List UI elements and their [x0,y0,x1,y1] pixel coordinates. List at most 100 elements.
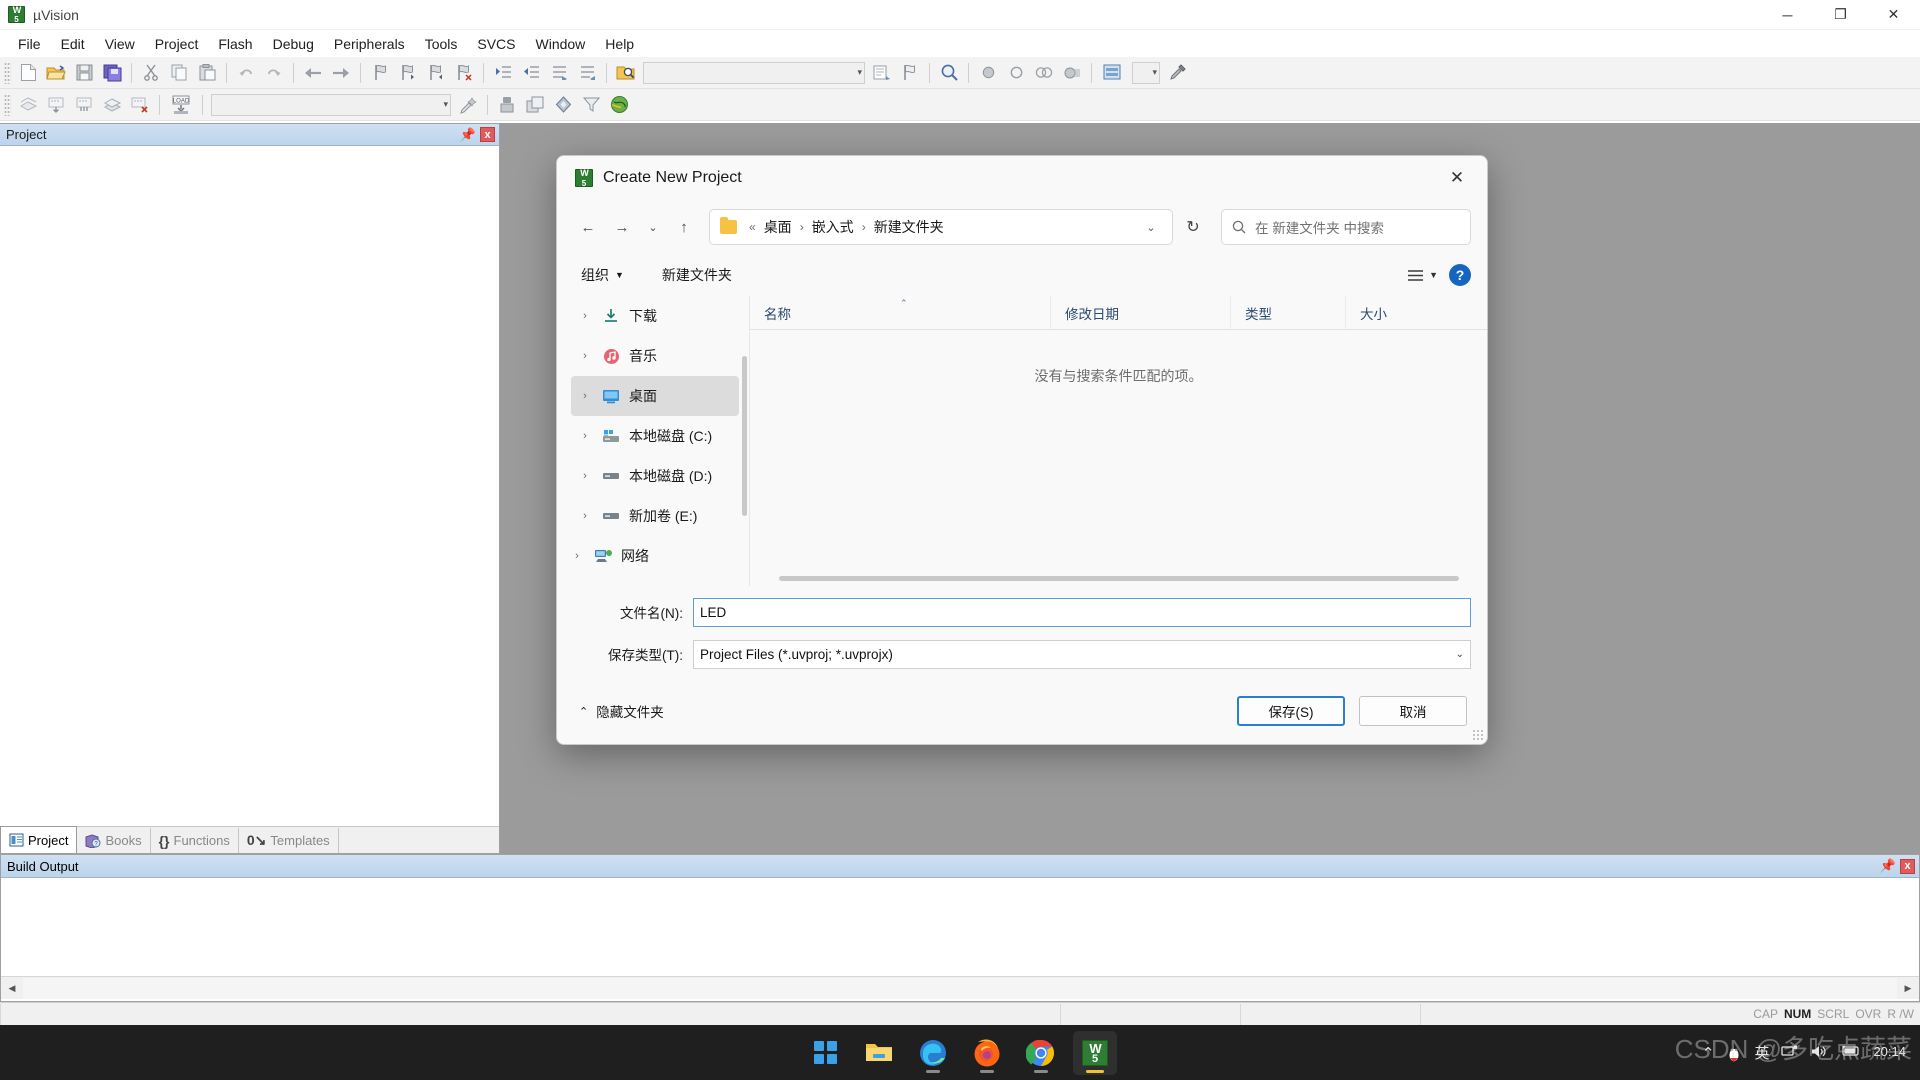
nav-item-network[interactable]: › 网络 [563,536,739,576]
volume-icon[interactable] [1810,1044,1827,1062]
scroll-track[interactable] [23,978,1897,999]
toolbar-grip[interactable] [4,94,11,116]
tab-books[interactable]: ? Books [77,828,150,853]
pack-installer-icon[interactable] [606,92,632,118]
firefox-button[interactable] [965,1031,1009,1075]
scroll-left-icon[interactable]: ◀ [1,978,23,999]
find-in-files-icon[interactable] [613,60,639,86]
clock[interactable]: 20:14 [1873,1045,1906,1060]
menu-file[interactable]: File [8,32,51,56]
expander-icon[interactable]: › [577,390,593,402]
new-folder-button[interactable]: 新建文件夹 [654,260,740,290]
ime-indicator[interactable]: 英 [1754,1042,1769,1063]
bookmark-list-icon[interactable] [897,60,923,86]
nav-item-desktop[interactable]: › 桌面 [571,376,739,416]
comment-icon[interactable] [546,60,572,86]
expander-icon[interactable]: › [577,430,593,442]
rebuild-icon[interactable] [71,92,97,118]
recent-locations-icon[interactable]: ⌄ [641,212,665,242]
expander-icon[interactable]: › [577,310,593,322]
outdent-icon[interactable] [518,60,544,86]
books-manage-icon[interactable] [550,92,576,118]
navigate-back-icon[interactable] [300,60,326,86]
configure-target-icon[interactable] [1164,60,1190,86]
filename-input[interactable]: LED [693,598,1471,627]
navigate-forward-icon[interactable] [328,60,354,86]
search-input[interactable]: 在 新建文件夹 中搜索 [1221,209,1471,245]
project-tree[interactable] [0,146,499,820]
expander-icon[interactable]: › [569,550,585,562]
qq-icon[interactable] [1726,1043,1742,1063]
nav-item-local-disk-c[interactable]: › 本地磁盘 (C:) [571,416,739,456]
hide-folders-toggle[interactable]: ⌃ 隐藏文件夹 [573,695,670,727]
microsoft-edge-button[interactable] [911,1031,955,1075]
menu-view[interactable]: View [95,32,145,56]
build-output-hscrollbar[interactable]: ◀ ▶ [1,976,1919,999]
breakpoint-insert-icon[interactable] [975,60,1001,86]
save-button[interactable]: 保存(S) [1237,696,1345,726]
undo-icon[interactable] [233,60,259,86]
stop-build-icon[interactable] [127,92,153,118]
bookmark-prev-icon[interactable] [395,60,421,86]
menu-debug[interactable]: Debug [263,32,324,56]
resize-grip[interactable] [1472,729,1484,741]
chevron-down-icon[interactable]: ⌄ [1138,213,1164,241]
batch-build-icon[interactable] [99,92,125,118]
network-icon[interactable] [1781,1044,1798,1062]
target-selector[interactable]: ▾ [1132,62,1160,84]
back-icon[interactable]: ← [573,212,603,242]
close-button[interactable]: ✕ [1867,0,1920,30]
find-next-icon[interactable] [869,60,895,86]
chevron-down-icon[interactable]: ▾ [1152,67,1157,78]
bookmark-toggle-icon[interactable] [367,60,393,86]
google-chrome-button[interactable] [1019,1031,1063,1075]
tab-templates[interactable]: 0↘ Templates [239,828,339,853]
tray-overflow-icon[interactable]: ⌃ [1702,1044,1715,1062]
breakpoint-kill-all-icon[interactable] [1059,60,1085,86]
close-icon[interactable]: x [480,127,495,142]
breakpoint-disable-all-icon[interactable] [1031,60,1057,86]
copy-icon[interactable] [166,60,192,86]
breadcrumb-item-1[interactable]: 嵌入式 [809,215,857,239]
up-one-level-icon[interactable]: ↑ [669,212,699,242]
forward-icon[interactable]: → [607,212,637,242]
expander-icon[interactable]: › [577,470,593,482]
expander-icon[interactable]: › [577,510,593,522]
menu-project[interactable]: Project [145,32,209,56]
translate-file-icon[interactable] [15,92,41,118]
chevron-down-icon[interactable]: ▾ [443,99,448,110]
organize-button[interactable]: 组织 ▼ [573,260,632,290]
breakpoint-disable-icon[interactable] [1003,60,1029,86]
zoom-icon[interactable] [936,60,962,86]
column-header-size[interactable]: 大小 [1345,296,1487,330]
nav-item-local-disk-d[interactable]: › 本地磁盘 (D:) [571,456,739,496]
menu-flash[interactable]: Flash [208,32,262,56]
column-header-type[interactable]: 类型 [1230,296,1345,330]
menu-help[interactable]: Help [595,32,644,56]
bookmark-next-icon[interactable] [423,60,449,86]
save-icon[interactable] [71,60,97,86]
keil-uvision-button[interactable]: W5 [1073,1031,1117,1075]
chevron-down-icon[interactable]: ▾ [857,67,862,78]
menu-window[interactable]: Window [526,32,596,56]
target-options-icon[interactable] [455,92,481,118]
view-options-button[interactable]: ▼ [1400,263,1445,288]
filter-icon[interactable] [578,92,604,118]
indent-icon[interactable] [490,60,516,86]
scrollbar-thumb[interactable] [779,576,1459,581]
cut-icon[interactable] [138,60,164,86]
find-combo[interactable]: ▾ [643,62,865,84]
pin-icon[interactable]: 📌 [460,127,476,143]
chevron-down-icon[interactable]: ⌄ [1456,649,1464,660]
minimize-button[interactable]: ─ [1761,0,1814,30]
breadcrumb-item-0[interactable]: 桌面 [761,215,795,239]
close-icon[interactable]: x [1900,859,1915,874]
expander-icon[interactable]: › [577,350,593,362]
uncomment-icon[interactable] [574,60,600,86]
pin-icon[interactable]: 📌 [1880,858,1896,874]
column-header-name[interactable]: ⌃ 名称 [750,296,1050,330]
help-icon[interactable]: ? [1449,264,1471,286]
scroll-right-icon[interactable]: ▶ [1897,978,1919,999]
build-target-icon[interactable] [43,92,69,118]
new-file-icon[interactable] [15,60,41,86]
